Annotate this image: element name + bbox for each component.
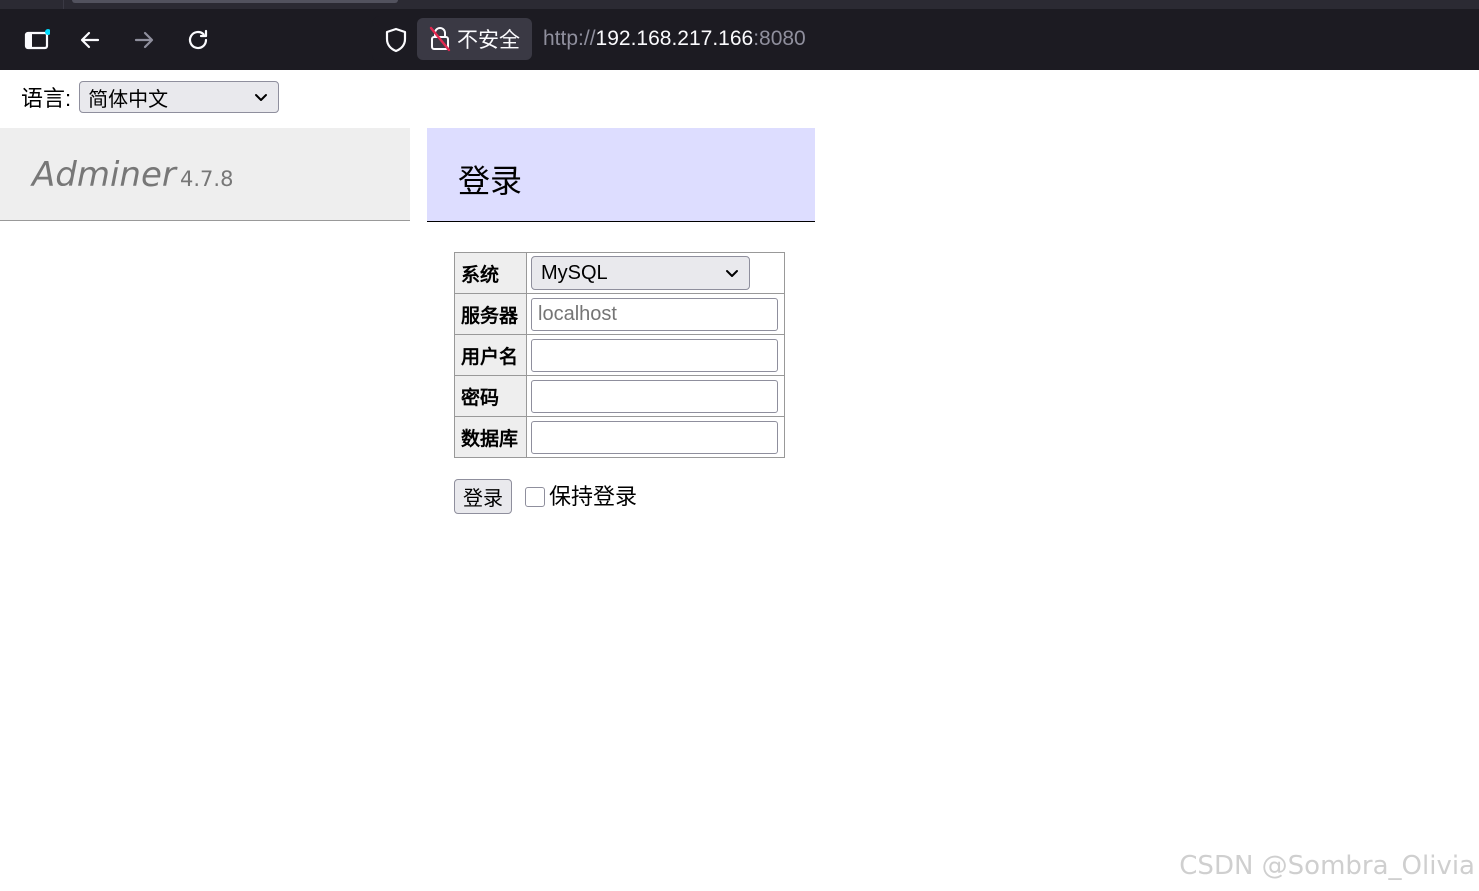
tab-separator — [63, 0, 64, 9]
page-heading: 登录 — [427, 128, 815, 222]
server-input[interactable]: localhost — [531, 297, 778, 331]
active-tab[interactable] — [72, 0, 398, 3]
language-selected-value: 简体中文 — [88, 88, 169, 111]
form-row-database: 数据库 — [454, 416, 785, 458]
login-button[interactable]: 登录 — [454, 479, 512, 514]
form-row-password: 密码 — [454, 375, 785, 417]
security-label: 不安全 — [457, 29, 520, 52]
system-select[interactable]: MySQL — [531, 256, 750, 290]
form-actions: 登录 保持登录 — [454, 479, 637, 514]
chevron-down-icon — [255, 94, 268, 101]
remember-checkbox[interactable] — [525, 486, 545, 507]
system-label: 系统 — [454, 252, 527, 294]
database-cell — [526, 416, 785, 458]
brand-name[interactable]: Adminer — [32, 155, 176, 195]
database-label: 数据库 — [454, 416, 527, 458]
username-input[interactable] — [531, 338, 778, 372]
forward-icon[interactable] — [127, 23, 161, 57]
security-badge[interactable]: 不安全 — [417, 18, 532, 60]
system-selected-value: MySQL — [541, 261, 608, 284]
back-icon[interactable] — [73, 23, 107, 57]
login-form-table: 系统 MySQL 服务器 localhost 用户名 密码 数据库 — [454, 252, 785, 458]
reload-icon[interactable] — [181, 23, 215, 57]
server-label: 服务器 — [454, 293, 527, 335]
browser-chrome: 不安全 http://192.168.217.166:8080 — [0, 0, 1479, 70]
username-cell — [526, 334, 785, 376]
url-text[interactable]: http://192.168.217.166:8080 — [543, 27, 806, 51]
url-port: :8080 — [753, 27, 806, 50]
system-cell: MySQL — [526, 252, 785, 294]
password-label: 密码 — [454, 375, 527, 417]
language-select[interactable]: 简体中文 — [79, 81, 280, 113]
watermark: CSDN @Sombra_Olivia — [1179, 851, 1475, 881]
brand-version: 4.7.8 — [180, 167, 234, 191]
url-scheme: http:// — [543, 27, 596, 50]
remember-label[interactable]: 保持登录 — [549, 479, 637, 511]
password-cell — [526, 375, 785, 417]
chevron-down-icon — [726, 270, 738, 277]
form-row-username: 用户名 — [454, 334, 785, 376]
form-row-server: 服务器 localhost — [454, 293, 785, 335]
brand-header: Adminer 4.7.8 — [0, 128, 410, 221]
page-title: 登录 — [458, 163, 523, 199]
url-host: 192.168.217.166 — [595, 27, 754, 50]
username-label: 用户名 — [454, 334, 527, 376]
address-bar[interactable]: 不安全 http://192.168.217.166:8080 — [372, 16, 1479, 63]
server-cell: localhost — [526, 293, 785, 335]
password-input[interactable] — [531, 379, 778, 413]
insecure-lock-icon — [427, 26, 453, 52]
sidebar-icon[interactable] — [20, 23, 54, 57]
language-label: 语言: — [21, 86, 72, 111]
form-row-system: 系统 MySQL — [454, 252, 785, 294]
shield-icon[interactable] — [382, 26, 409, 53]
navigation-toolbar: 不安全 http://192.168.217.166:8080 — [0, 9, 1479, 70]
language-selector: 语言: 简体中文 — [21, 80, 280, 114]
database-input[interactable] — [531, 420, 778, 454]
tab-strip — [0, 0, 1479, 9]
